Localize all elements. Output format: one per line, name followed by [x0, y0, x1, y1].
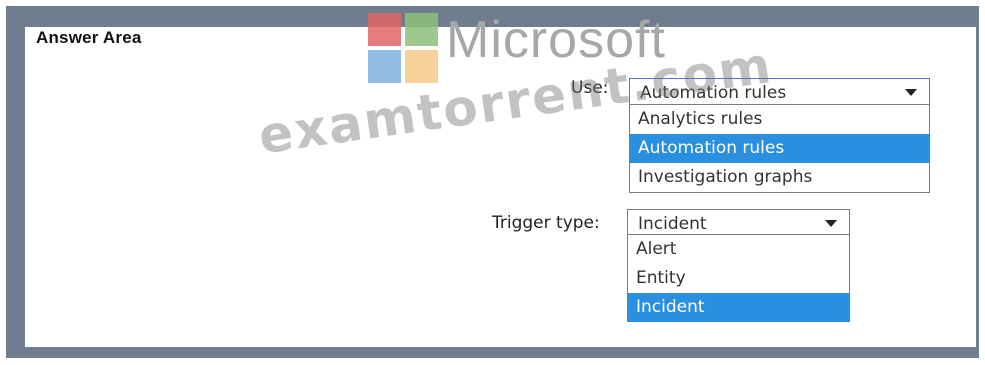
microsoft-logo-icon [368, 13, 440, 85]
chevron-down-icon [905, 89, 917, 96]
logo-green-square [405, 13, 438, 46]
microsoft-watermark-text: Microsoft [446, 11, 666, 69]
trigger-type-label: Trigger type: [492, 213, 600, 233]
trigger-option-alert[interactable]: Alert [628, 235, 849, 264]
use-dropdown-toggle[interactable] [893, 79, 929, 105]
trigger-selected-value: Incident [638, 214, 707, 234]
trigger-option-entity[interactable]: Entity [628, 264, 849, 293]
chevron-down-icon [825, 220, 837, 227]
use-options-list: Analytics rules Automation rules Investi… [629, 104, 930, 193]
use-option-analytics-rules[interactable]: Analytics rules [630, 105, 929, 134]
trigger-type-dropdown[interactable]: Incident [627, 209, 850, 237]
use-dropdown[interactable]: Automation rules [629, 78, 930, 106]
trigger-dropdown-toggle[interactable] [813, 210, 849, 236]
trigger-options-list: Alert Entity Incident [627, 234, 850, 322]
logo-blue-square [368, 50, 401, 83]
trigger-option-incident[interactable]: Incident [628, 293, 849, 322]
use-label: Use: [571, 78, 609, 98]
use-selected-value: Automation rules [640, 83, 787, 103]
use-option-investigation-graphs[interactable]: Investigation graphs [630, 163, 929, 192]
logo-red-square [368, 13, 401, 46]
answer-area-title: Answer Area [36, 28, 142, 47]
use-option-automation-rules[interactable]: Automation rules [630, 134, 929, 163]
logo-yellow-square [405, 50, 438, 83]
